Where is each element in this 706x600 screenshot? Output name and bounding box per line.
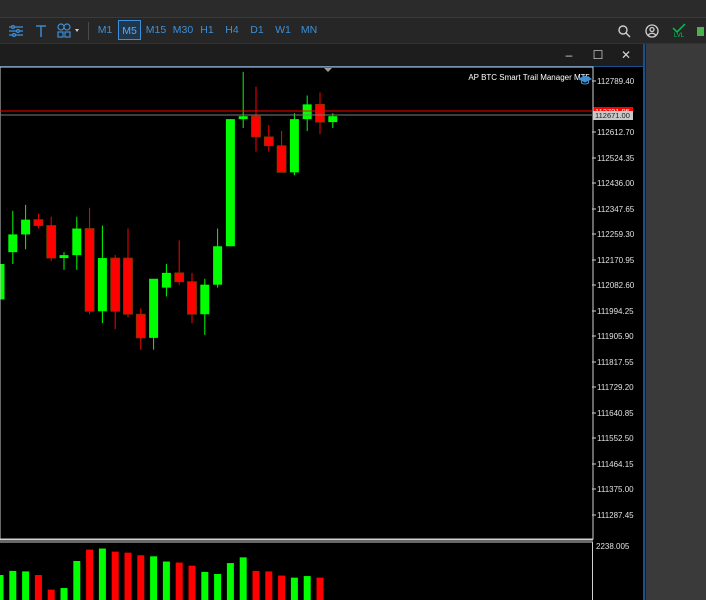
candle-body (0, 263, 5, 300)
candle-body (8, 234, 18, 253)
shapes-dropdown-icon[interactable] (55, 20, 85, 42)
volume-bar (124, 552, 132, 600)
volume-bar (188, 565, 196, 600)
candle-body (263, 136, 274, 147)
candle-body (21, 219, 31, 235)
volume-bar (9, 570, 17, 600)
cut-off-icon (694, 20, 706, 42)
candle-body (149, 278, 159, 338)
price-tick-label: 112436.00 (597, 179, 635, 188)
price-tick-label: 111905.90 (597, 332, 634, 341)
timeframe-m30-button[interactable]: M30 (170, 20, 196, 40)
timeframe-h1-button[interactable]: H1 (197, 20, 217, 40)
candle-body (72, 228, 82, 256)
timeframe-d1-button[interactable]: D1 (247, 20, 267, 40)
candle-body (238, 116, 248, 120)
shift-marker-icon (324, 68, 332, 72)
price-tick-label: 112789.40 (597, 77, 635, 86)
candle-body (187, 281, 197, 315)
candle-body (84, 228, 95, 312)
account-icon[interactable] (642, 20, 662, 42)
candle-body (225, 119, 235, 247)
volume-bar (34, 575, 42, 600)
timeframe-h4-button[interactable]: H4 (222, 20, 242, 40)
candle-body (46, 225, 57, 259)
candle-body (174, 272, 185, 283)
price-tick-label: 111817.55 (597, 358, 634, 367)
candles-layer (0, 71, 338, 350)
candle-body (161, 272, 171, 288)
volume-bar (86, 549, 94, 600)
volume-bar (239, 557, 247, 600)
volume-bar (73, 561, 81, 600)
volume-bar (278, 575, 286, 600)
price-tick-label: 111994.25 (597, 307, 634, 316)
candle-body (213, 246, 223, 285)
price-tick-label: 111729.20 (597, 383, 634, 392)
volume-bar (150, 556, 158, 600)
price-tick-label: 111375.00 (597, 485, 634, 494)
price-tick-label: 112259.30 (597, 230, 635, 239)
toolbar-separator (88, 22, 89, 40)
text-tool-icon[interactable] (32, 20, 50, 42)
current-price-label: 112671.00 (595, 111, 630, 120)
candle-body (315, 103, 325, 123)
timeframe-m5-button[interactable]: M5 (118, 20, 141, 40)
candle-body (276, 145, 287, 173)
volume-bar (98, 548, 106, 600)
price-tick-label: 111287.45 (597, 511, 634, 520)
price-axis: 112789.40 112612.70 112524.35 112436.00 1123… (592, 77, 635, 551)
search-icon[interactable] (614, 20, 634, 42)
volume-axis-label: 2238.005 (596, 542, 630, 551)
volume-bar (265, 571, 273, 600)
candle-body (328, 116, 338, 123)
volume-bar (290, 577, 298, 600)
candle-body (97, 258, 107, 312)
volume-bar (226, 563, 234, 600)
price-tick-label: 112524.35 (597, 154, 635, 163)
volume-bar (162, 561, 170, 600)
volume-bar (214, 574, 222, 600)
volume-bar (201, 571, 209, 600)
price-tick-label: 111640.85 (597, 409, 634, 418)
price-tick-label: 111552.50 (597, 434, 634, 443)
price-tick-label: 112082.60 (597, 281, 635, 290)
candle-body (110, 257, 121, 312)
volume-bar (137, 555, 145, 600)
volume-bar (303, 576, 311, 600)
volume-bar (175, 562, 183, 600)
volume-bar (111, 551, 119, 600)
price-chart[interactable]: 112789.40 112612.70 112524.35 112436.00 1123… (0, 44, 643, 600)
timeframe-m15-button[interactable]: M15 (143, 20, 169, 40)
price-tick-label: 112347.65 (597, 205, 635, 214)
volume-bar (0, 575, 4, 600)
candle-body (135, 313, 146, 339)
timeframe-mn-button[interactable]: MN (297, 20, 321, 40)
candle-body (59, 255, 69, 259)
level-badge-icon[interactable]: LVL (668, 20, 690, 42)
candle-body (302, 104, 312, 120)
indicators-list-icon[interactable] (6, 20, 26, 42)
timeframe-w1-button[interactable]: W1 (272, 20, 294, 40)
right-side-panel (646, 44, 706, 600)
price-tick-label: 111464.15 (597, 460, 634, 469)
volume-layer (0, 548, 324, 600)
timeframe-m1-button[interactable]: M1 (93, 20, 117, 40)
toolbar: M1 M5 M15 M30 H1 H4 D1 W1 MN LVL (0, 18, 706, 44)
volume-bar (47, 589, 55, 600)
candle-body (123, 257, 133, 315)
level-badge-label: LVL (673, 32, 685, 39)
candle-body (200, 284, 210, 315)
candle-body (289, 119, 299, 173)
price-tick-label: 112612.70 (597, 128, 635, 137)
volume-bar (252, 570, 260, 600)
volume-bar (316, 577, 324, 600)
price-tick-label: 112170.95 (597, 256, 635, 265)
top-menu-strip (0, 0, 706, 18)
volume-bar (60, 588, 68, 600)
candle-body (33, 219, 44, 226)
volume-bar (22, 571, 30, 600)
candle-body (251, 115, 261, 138)
